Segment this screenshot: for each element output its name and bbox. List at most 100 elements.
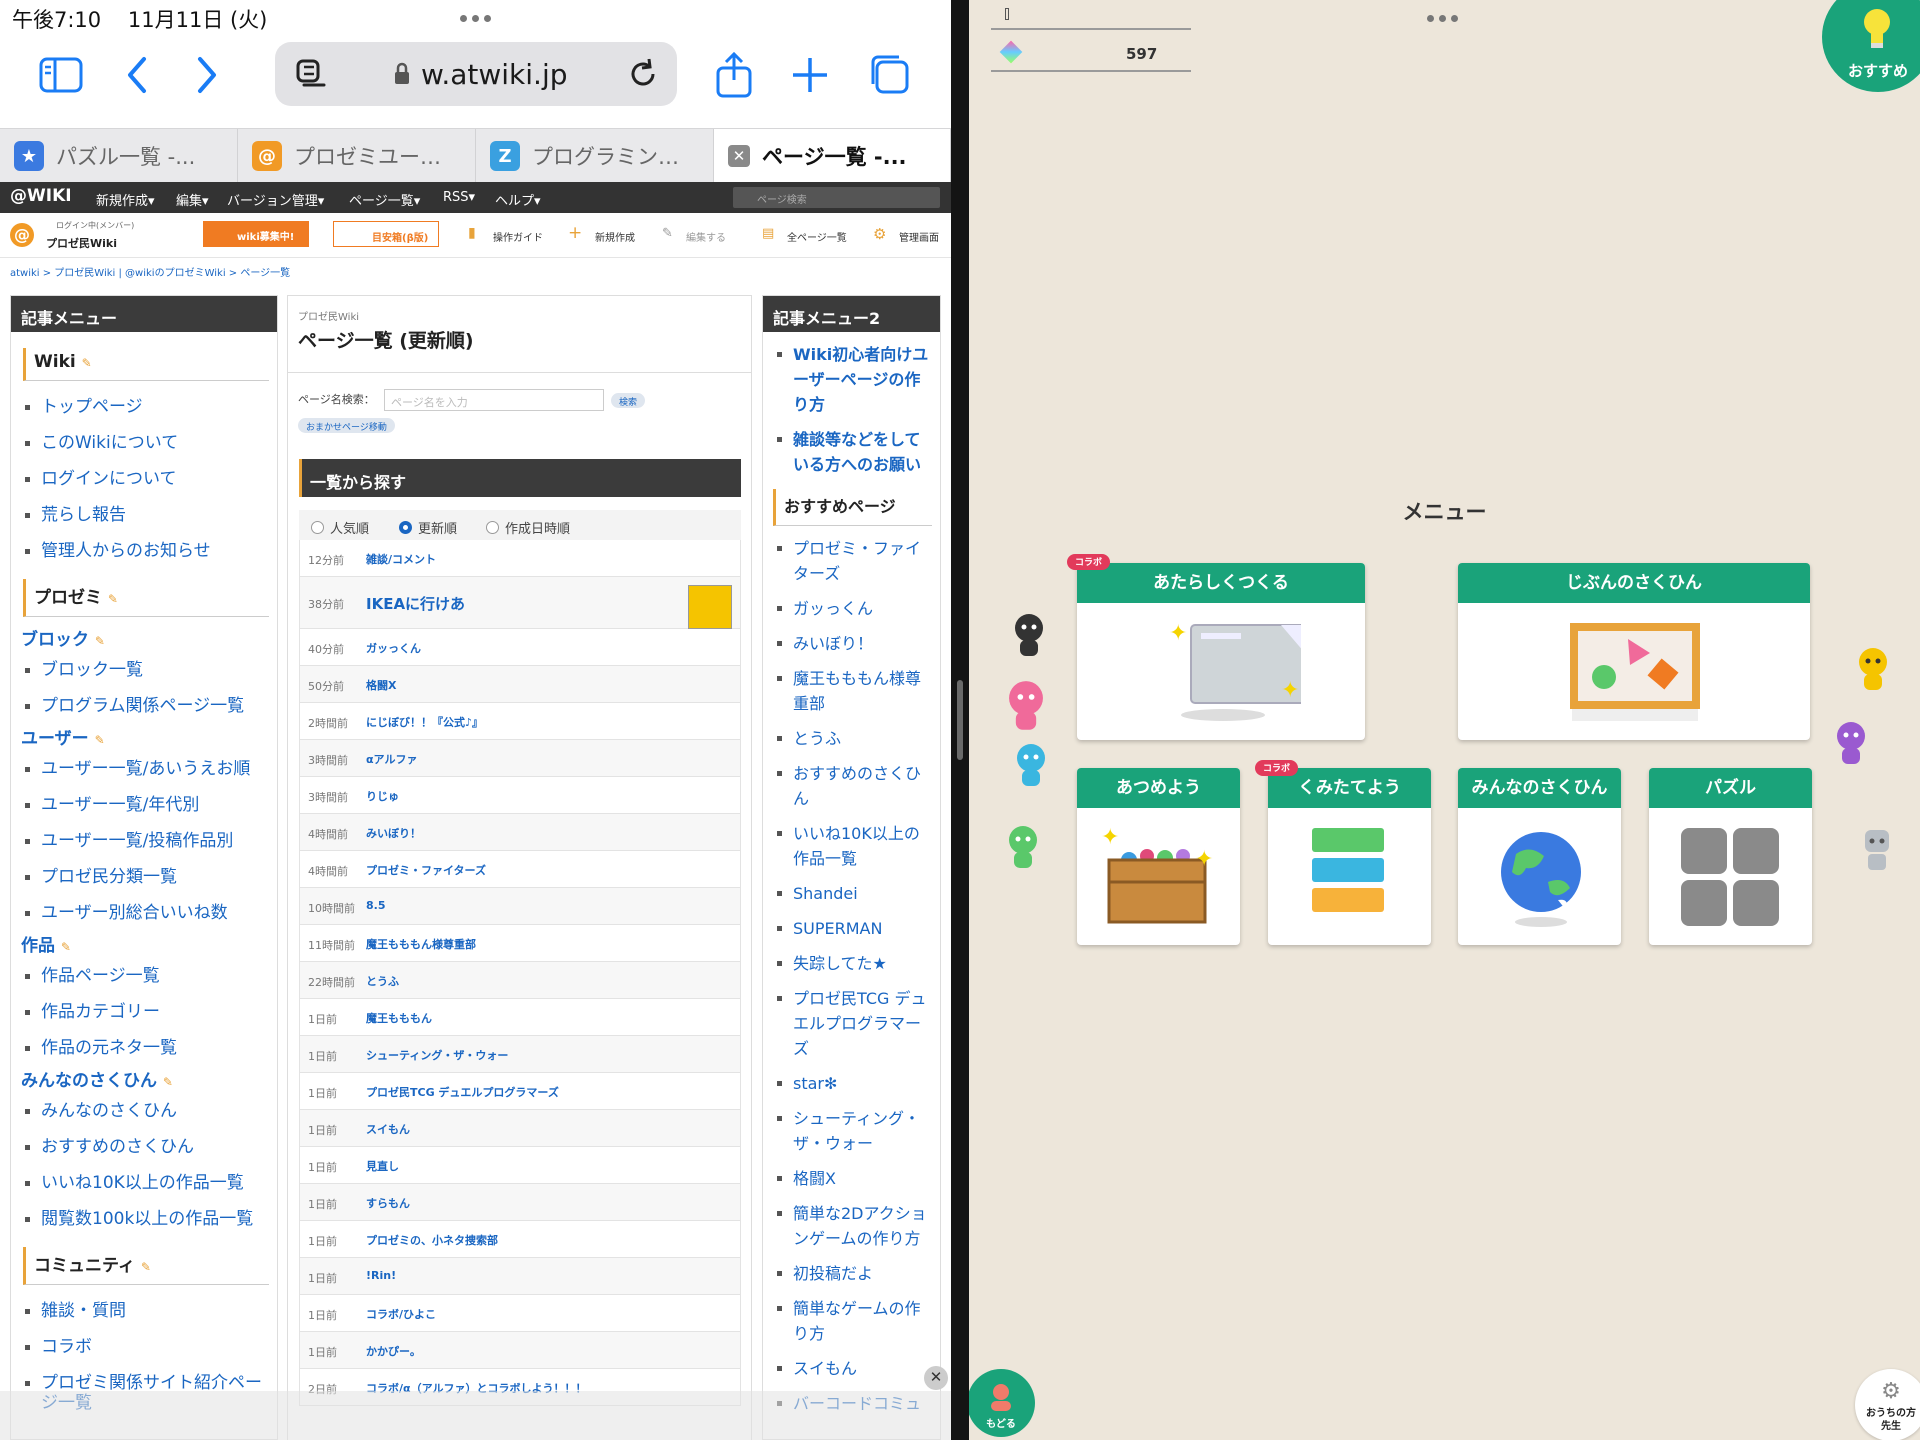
guide-link[interactable]: 操作ガイド xyxy=(493,229,543,244)
sidebar-icon[interactable] xyxy=(36,50,86,100)
menu-link[interactable]: SUPERMAN xyxy=(763,916,934,941)
menu-link[interactable]: シューティング・ザ・ウォー xyxy=(763,1106,934,1156)
table-row[interactable]: 1日前 !Rin! xyxy=(299,1258,741,1295)
tab-puzzle[interactable]: ★ パズル一覧 -... xyxy=(0,129,238,183)
table-row[interactable]: 40分前 ガッっくん xyxy=(299,629,741,666)
table-row[interactable]: 1日前 コラボ/ひよこ xyxy=(299,1295,741,1332)
table-row[interactable]: 50分前 格闘X xyxy=(299,666,741,703)
row-page-link[interactable]: みいぼり！ xyxy=(366,825,421,841)
menu-link[interactable]: おすすめのさくひん xyxy=(11,1137,271,1157)
close-icon[interactable]: ✕ xyxy=(728,145,750,167)
new-project-card[interactable]: あたらしくつくる ✦ ✦ xyxy=(1077,563,1365,740)
menu-link[interactable]: みんなのさくひん xyxy=(11,1101,271,1121)
page-search-input[interactable]: ページ検索 xyxy=(733,187,940,208)
menu-link[interactable]: 魔王もももん様尊重部 xyxy=(763,666,934,716)
row-page-link[interactable]: 魔王もももん様尊重部 xyxy=(366,936,476,952)
row-page-link[interactable]: りじゅ xyxy=(366,788,399,804)
table-row[interactable]: 11時間前 魔王もももん様尊重部 xyxy=(299,925,741,962)
menu-link[interactable]: 雑談・質問 xyxy=(11,1301,271,1321)
edit-pencil-icon[interactable]: ✎ xyxy=(95,634,105,648)
table-row[interactable]: 12分前 雑談/コメント xyxy=(299,540,741,577)
page-name-input[interactable]: ページ名を入力 xyxy=(384,389,604,411)
table-row[interactable]: 4時間前 みいぼり！ xyxy=(299,814,741,851)
menu-pagelist[interactable]: ページ一覧▾ xyxy=(349,190,420,209)
table-row[interactable]: 1日前 魔王もももん xyxy=(299,999,741,1036)
menu-link[interactable]: ブロック一覧 xyxy=(11,660,271,680)
edit-pencil-icon[interactable]: ✎ xyxy=(141,1260,151,1274)
table-row[interactable]: 1日前 プロゼ民TCG デュエルプログラマーズ xyxy=(299,1073,741,1110)
parents-settings-button[interactable]: ⚙ おうちの方 先生 xyxy=(1855,1369,1920,1440)
row-page-link[interactable]: プロゼミの、小ネタ捜索部 xyxy=(366,1232,498,1248)
row-page-link[interactable]: プロゼ民TCG デュエルプログラマーズ xyxy=(366,1084,559,1100)
row-page-link[interactable]: かかぴー。 xyxy=(366,1343,421,1359)
menu-link[interactable]: 簡単な2Dアクションゲームの作り方 xyxy=(763,1201,934,1251)
menu-link[interactable]: Wiki初心者向けユーザーページの作り方 xyxy=(763,342,934,417)
menu-link[interactable]: 管理人からのお知らせ xyxy=(11,541,271,561)
split-view-divider[interactable] xyxy=(951,0,969,1440)
random-page-button[interactable]: おまかせページ移動 xyxy=(298,418,395,433)
menu-edit[interactable]: 編集▾ xyxy=(176,190,209,209)
all-pages-link[interactable]: 全ページ一覧 xyxy=(787,229,847,244)
table-row[interactable]: 1日前 シューティング・ザ・ウォー xyxy=(299,1036,741,1073)
recruit-button[interactable]: wiki募集中! xyxy=(203,221,309,247)
menu-link[interactable]: 初投稿だよ xyxy=(763,1261,934,1286)
table-row[interactable]: 10時間前 8.5 xyxy=(299,888,741,925)
edit-link[interactable]: 編集する xyxy=(686,229,726,244)
search-button[interactable]: 検索 xyxy=(611,393,646,408)
subsection-minna[interactable]: みんなのさくひん ✎ xyxy=(21,1066,277,1091)
atwiki-logo-icon[interactable]: @ xyxy=(10,223,34,247)
table-row[interactable]: 3時間前 αアルファ xyxy=(299,740,741,777)
table-row[interactable]: 1日前 見直し xyxy=(299,1147,741,1184)
menu-link[interactable]: いいね10K以上の作品一覧 xyxy=(11,1173,271,1193)
menu-link[interactable]: 作品の元ネタ一覧 xyxy=(11,1038,271,1058)
multitask-dots[interactable] xyxy=(448,4,502,32)
address-bar[interactable]: w.atwiki.jp xyxy=(275,42,677,106)
menu-link[interactable]: このWikiについて xyxy=(11,433,271,453)
menu-link[interactable]: ガッっくん xyxy=(763,596,934,621)
forward-chevron-icon[interactable] xyxy=(181,50,231,100)
menu-version[interactable]: バージョン管理▾ xyxy=(227,190,324,209)
edit-pencil-icon[interactable]: ✎ xyxy=(163,1075,173,1089)
menu-link[interactable]: 失踪してた★ xyxy=(763,951,934,976)
row-page-link[interactable]: IKEAに行けあ xyxy=(366,593,465,614)
divider-handle[interactable] xyxy=(957,680,963,760)
table-row[interactable]: 1日前 スイもん xyxy=(299,1110,741,1147)
menu-link[interactable]: トップページ xyxy=(11,397,271,417)
share-icon[interactable] xyxy=(709,50,759,100)
menu-link[interactable]: プログラム関係ページ一覧 xyxy=(11,696,271,716)
row-page-link[interactable]: 雑談/コメント xyxy=(366,551,436,567)
subsection-block[interactable]: ブロック ✎ xyxy=(21,625,277,650)
menu-link[interactable]: プロゼ民TCG デュエルプログラマーズ xyxy=(763,986,934,1061)
menu-link[interactable]: 作品カテゴリー xyxy=(11,1002,271,1022)
row-page-link[interactable]: 見直し xyxy=(366,1158,399,1174)
table-row[interactable]: 22時間前 とうふ xyxy=(299,962,741,999)
menu-new[interactable]: 新規作成▾ xyxy=(96,190,155,209)
row-page-link[interactable]: コラボ/ひよこ xyxy=(366,1306,436,1322)
menu-link[interactable]: スイもん xyxy=(763,1356,934,1381)
menu-link[interactable]: プロゼ民分類一覧 xyxy=(11,867,271,887)
row-page-link[interactable]: 格闘X xyxy=(366,677,396,693)
atwiki-logo[interactable]: @WIKI xyxy=(10,186,72,206)
sort-updated-radio[interactable]: 更新順 xyxy=(399,518,457,537)
collect-card[interactable]: あつめよう ✦ ✦ xyxy=(1077,768,1240,945)
sort-created-radio[interactable]: 作成日時順 xyxy=(486,518,570,537)
table-row[interactable]: 4時間前 プロゼミ・ファイターズ xyxy=(299,851,741,888)
tab-programming[interactable]: Z プログラミン… xyxy=(476,129,714,183)
tab-prozemi-user[interactable]: @ プロゼミユー… xyxy=(238,129,476,183)
build-card[interactable]: くみたてよう xyxy=(1268,768,1431,945)
row-page-link[interactable]: すらもん xyxy=(366,1195,410,1211)
everyone-works-card[interactable]: みんなのさくひん xyxy=(1458,768,1621,945)
admin-link[interactable]: 管理画面 xyxy=(899,229,939,244)
tab-page-list[interactable]: ✕ ページ一覧 -... xyxy=(714,129,951,183)
site-name[interactable]: プロゼ民Wiki xyxy=(46,235,117,251)
menu-link[interactable]: プロゼミ・ファイターズ xyxy=(763,536,934,586)
my-works-card[interactable]: じぶんのさくひん xyxy=(1458,563,1810,740)
table-row[interactable]: 3時間前 りじゅ xyxy=(299,777,741,814)
menu-link[interactable]: 閲覧数100k以上の作品一覧 xyxy=(11,1209,271,1229)
tabs-overview-icon[interactable] xyxy=(865,50,915,100)
new-tab-plus-icon[interactable] xyxy=(785,50,835,100)
menu-link[interactable]: ログインについて xyxy=(11,469,271,489)
multitask-dots[interactable] xyxy=(1415,4,1469,32)
menu-link[interactable]: 荒らし報告 xyxy=(11,505,271,525)
menu-link[interactable]: Shandei xyxy=(763,881,934,906)
